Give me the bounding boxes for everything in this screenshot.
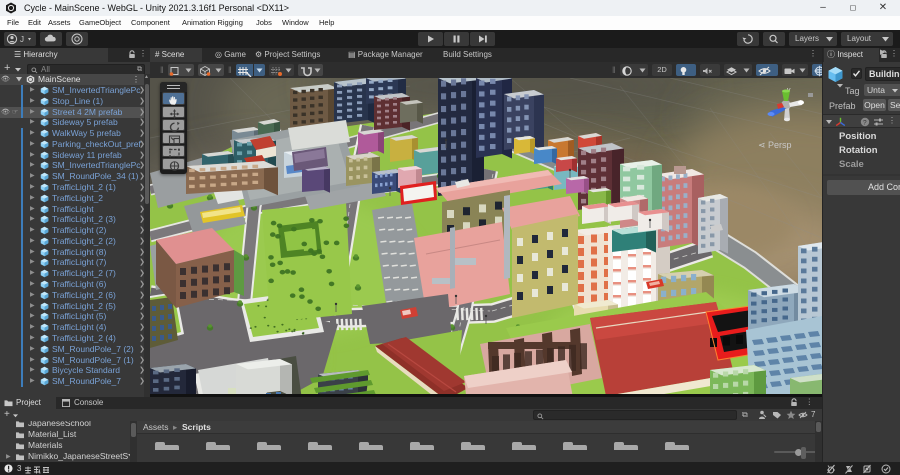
svg-text:?: ?	[863, 119, 867, 126]
svg-text:J: J	[20, 35, 24, 44]
svg-text:⋖ Persp: ⋖ Persp	[758, 140, 792, 150]
